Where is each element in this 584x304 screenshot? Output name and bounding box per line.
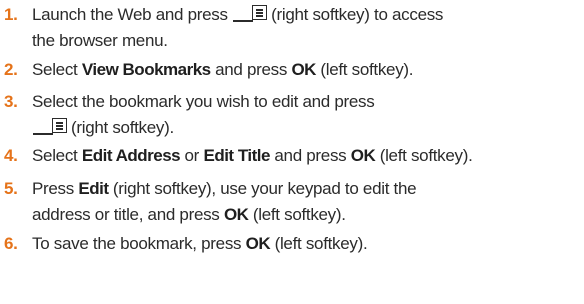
step-2-text-a: Select <box>32 60 82 79</box>
step-text: Select View Bookmarks and press OK (left… <box>32 57 580 83</box>
step-number: 3. <box>4 92 18 111</box>
step-5-text-c: (right softkey), use your keypad to edit… <box>108 179 417 198</box>
step-1-text-a: Launch the Web and press <box>32 5 228 24</box>
step-6-text-c: (left softkey). <box>270 234 368 253</box>
view-bookmarks-label: View Bookmarks <box>81 60 211 79</box>
step-1-text-line2: the browser menu. <box>32 31 168 50</box>
step-5-text-a: Press <box>32 179 79 198</box>
menu-softkey-icon <box>233 5 269 22</box>
step-text: Select Edit Address or Edit Title and pr… <box>32 143 580 169</box>
step-2-text-c: and press <box>210 60 292 79</box>
step-number: 1. <box>4 5 18 24</box>
step-6-text-a: To save the bookmark, press <box>32 234 246 253</box>
step-4-text-e: (left softkey). <box>375 146 473 165</box>
step-text: Press Edit (right softkey), use your key… <box>32 176 580 228</box>
step-3-text-line2: (right softkey). <box>71 118 174 137</box>
edit-label: Edit <box>78 179 109 198</box>
step-text: Select the bookmark you wish to edit and… <box>32 89 580 141</box>
step-5-text-line2-a: address or title, and press <box>32 205 224 224</box>
step-1-text-b: (right softkey) to access <box>271 5 444 24</box>
step-5-text-line2-c: (left softkey). <box>248 205 346 224</box>
step-4-text-a: Select <box>32 146 82 165</box>
step-text: Launch the Web and press (right softkey)… <box>32 2 580 54</box>
step-4-text-d: and press <box>269 146 351 165</box>
ok-label: OK <box>291 60 316 79</box>
step-number: 4. <box>4 146 18 165</box>
step-4-text-c: or <box>180 146 204 165</box>
step-2-text-d: (left softkey). <box>315 60 414 79</box>
step-number: 2. <box>4 60 18 79</box>
edit-address-label: Edit Address <box>81 146 181 165</box>
edit-title-label: Edit Title <box>203 146 270 165</box>
step-3-text-line1: Select the bookmark you wish to edit and… <box>32 92 375 111</box>
ok-label: OK <box>245 234 271 253</box>
ok-label: OK <box>223 205 249 224</box>
step-number: 6. <box>4 234 18 253</box>
step-text: To save the bookmark, press OK (left sof… <box>32 231 580 257</box>
ok-label: OK <box>350 146 376 165</box>
step-number: 5. <box>4 179 18 198</box>
menu-softkey-icon <box>33 118 69 135</box>
